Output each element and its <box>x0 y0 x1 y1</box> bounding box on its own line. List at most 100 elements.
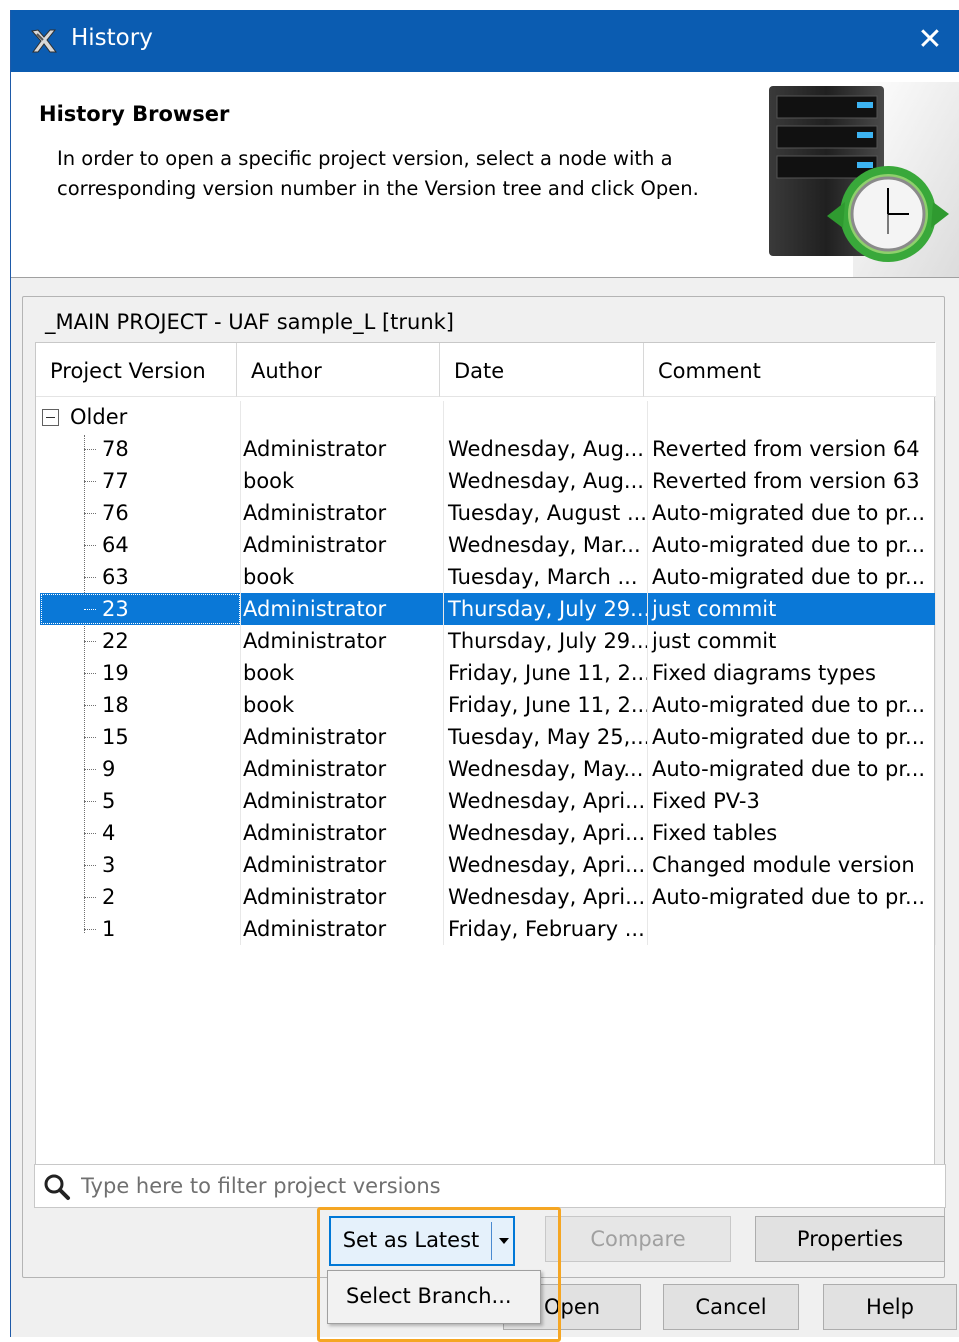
version-number: 1 <box>102 917 116 941</box>
comment-cell: just commit <box>648 593 936 625</box>
author-cell: Administrator <box>241 529 444 561</box>
version-cell: 15 <box>40 721 241 753</box>
table-row[interactable]: 78 Administrator Wednesday, Aug... Rever… <box>40 433 936 465</box>
version-cell: 9 <box>40 753 241 785</box>
tree-tick <box>84 929 96 930</box>
author-cell: book <box>241 689 444 721</box>
comment-cell: just commit <box>648 625 936 657</box>
close-icon: ✕ <box>917 22 943 57</box>
column-header-version[interactable]: Project Version <box>36 343 237 397</box>
date-cell: Wednesday, Apri... <box>444 881 648 913</box>
root-date-cell <box>444 401 648 433</box>
menu-item-select-branch[interactable]: Select Branch... <box>346 1284 512 1308</box>
tree-tick <box>84 449 96 450</box>
date-cell: Tuesday, August ... <box>444 497 648 529</box>
author-cell: Administrator <box>241 593 444 625</box>
version-cell: 64 <box>40 529 241 561</box>
set-as-latest-button[interactable]: Set as Latest <box>331 1218 491 1264</box>
author-cell: Administrator <box>241 497 444 529</box>
table-row[interactable]: 18 book Friday, June 11, 2... Auto-migra… <box>40 689 936 721</box>
comment-cell: Auto-migrated due to pr... <box>648 753 936 785</box>
filter-box[interactable] <box>34 1164 946 1208</box>
table-row[interactable]: 22 Administrator Thursday, July 29... ju… <box>40 625 936 657</box>
table-row[interactable]: 2 Administrator Wednesday, Apri... Auto-… <box>40 881 936 913</box>
title-bar[interactable]: History ✕ <box>11 10 959 72</box>
date-cell: Thursday, July 29... <box>444 593 648 625</box>
cancel-button[interactable]: Cancel <box>663 1284 799 1330</box>
root-comment-cell <box>648 401 936 433</box>
comment-cell: Fixed diagrams types <box>648 657 936 689</box>
comment-cell: Auto-migrated due to pr... <box>648 497 936 529</box>
table-row[interactable]: 77 book Wednesday, Aug... Reverted from … <box>40 465 936 497</box>
date-cell: Wednesday, Apri... <box>444 849 648 881</box>
version-cell: 23 <box>40 593 241 625</box>
table-row[interactable]: 19 book Friday, June 11, 2... Fixed diag… <box>40 657 936 689</box>
set-as-latest-split-button[interactable]: Set as Latest <box>329 1216 515 1266</box>
date-cell: Wednesday, Aug... <box>444 465 648 497</box>
date-cell: Friday, June 11, 2... <box>444 689 648 721</box>
author-cell: Administrator <box>241 913 444 945</box>
tree-root-label: Older <box>70 405 128 429</box>
author-cell: Administrator <box>241 625 444 657</box>
collapse-icon[interactable] <box>42 409 59 426</box>
author-cell: book <box>241 657 444 689</box>
version-cell: 5 <box>40 785 241 817</box>
history-dialog: History ✕ History Browser In order to op… <box>10 10 959 1342</box>
root-author-cell <box>241 401 444 433</box>
table-row[interactable]: 64 Administrator Wednesday, Mar... Auto-… <box>40 529 936 561</box>
tree-root-row[interactable]: Older <box>40 401 936 433</box>
tree-tick <box>84 609 96 610</box>
table-row[interactable]: 15 Administrator Tuesday, May 25,... Aut… <box>40 721 936 753</box>
table-row-selected[interactable]: 23 Administrator Thursday, July 29... ju… <box>40 593 936 625</box>
table-row[interactable]: 5 Administrator Wednesday, Apri... Fixed… <box>40 785 936 817</box>
tree-tick <box>84 769 96 770</box>
comment-cell: Auto-migrated due to pr... <box>648 529 936 561</box>
date-cell: Wednesday, Aug... <box>444 433 648 465</box>
tree-tick <box>84 641 96 642</box>
close-button[interactable]: ✕ <box>908 18 952 64</box>
split-divider <box>491 1222 492 1260</box>
date-cell: Wednesday, May... <box>444 753 648 785</box>
date-cell: Thursday, July 29... <box>444 625 648 657</box>
version-cell: 77 <box>40 465 241 497</box>
compare-button[interactable]: Compare <box>545 1216 731 1262</box>
version-cell: 4 <box>40 817 241 849</box>
tree-tick <box>84 705 96 706</box>
header-title: History Browser <box>39 102 230 126</box>
tree-tick <box>84 577 96 578</box>
column-header-author[interactable]: Author <box>237 343 440 397</box>
version-number: 18 <box>102 693 129 717</box>
table-row[interactable]: 3 Administrator Wednesday, Apri... Chang… <box>40 849 936 881</box>
version-number: 19 <box>102 661 129 685</box>
chevron-down-icon[interactable] <box>493 1218 515 1264</box>
table-row[interactable]: 76 Administrator Tuesday, August ... Aut… <box>40 497 936 529</box>
author-cell: Administrator <box>241 433 444 465</box>
author-cell: Administrator <box>241 849 444 881</box>
tree-tick <box>84 833 96 834</box>
version-cell: 18 <box>40 689 241 721</box>
date-cell: Friday, February ... <box>444 913 648 945</box>
column-header-comment[interactable]: Comment <box>644 343 936 397</box>
help-button[interactable]: Help <box>823 1284 957 1330</box>
date-cell: Wednesday, Apri... <box>444 785 648 817</box>
date-cell: Friday, June 11, 2... <box>444 657 648 689</box>
table-row[interactable]: 9 Administrator Wednesday, May... Auto-m… <box>40 753 936 785</box>
version-number: 63 <box>102 565 129 589</box>
version-number: 22 <box>102 629 129 653</box>
version-cell: 76 <box>40 497 241 529</box>
column-header-date[interactable]: Date <box>440 343 644 397</box>
table-row[interactable]: 1 Administrator Friday, February ... <box>40 913 936 945</box>
version-cell: 19 <box>40 657 241 689</box>
table-row[interactable]: 63 book Tuesday, March ... Auto-migrated… <box>40 561 936 593</box>
table-row[interactable]: 4 Administrator Wednesday, Apri... Fixed… <box>40 817 936 849</box>
comment-cell: Auto-migrated due to pr... <box>648 881 936 913</box>
properties-button[interactable]: Properties <box>755 1216 945 1262</box>
comment-cell: Fixed tables <box>648 817 936 849</box>
version-number: 15 <box>102 725 129 749</box>
tree-tick <box>84 897 96 898</box>
version-table[interactable]: Project Version Author Date Comment Olde… <box>35 342 936 1168</box>
author-cell: Administrator <box>241 785 444 817</box>
tree-tick <box>84 513 96 514</box>
version-number: 3 <box>102 853 116 877</box>
filter-input[interactable] <box>79 1169 939 1203</box>
